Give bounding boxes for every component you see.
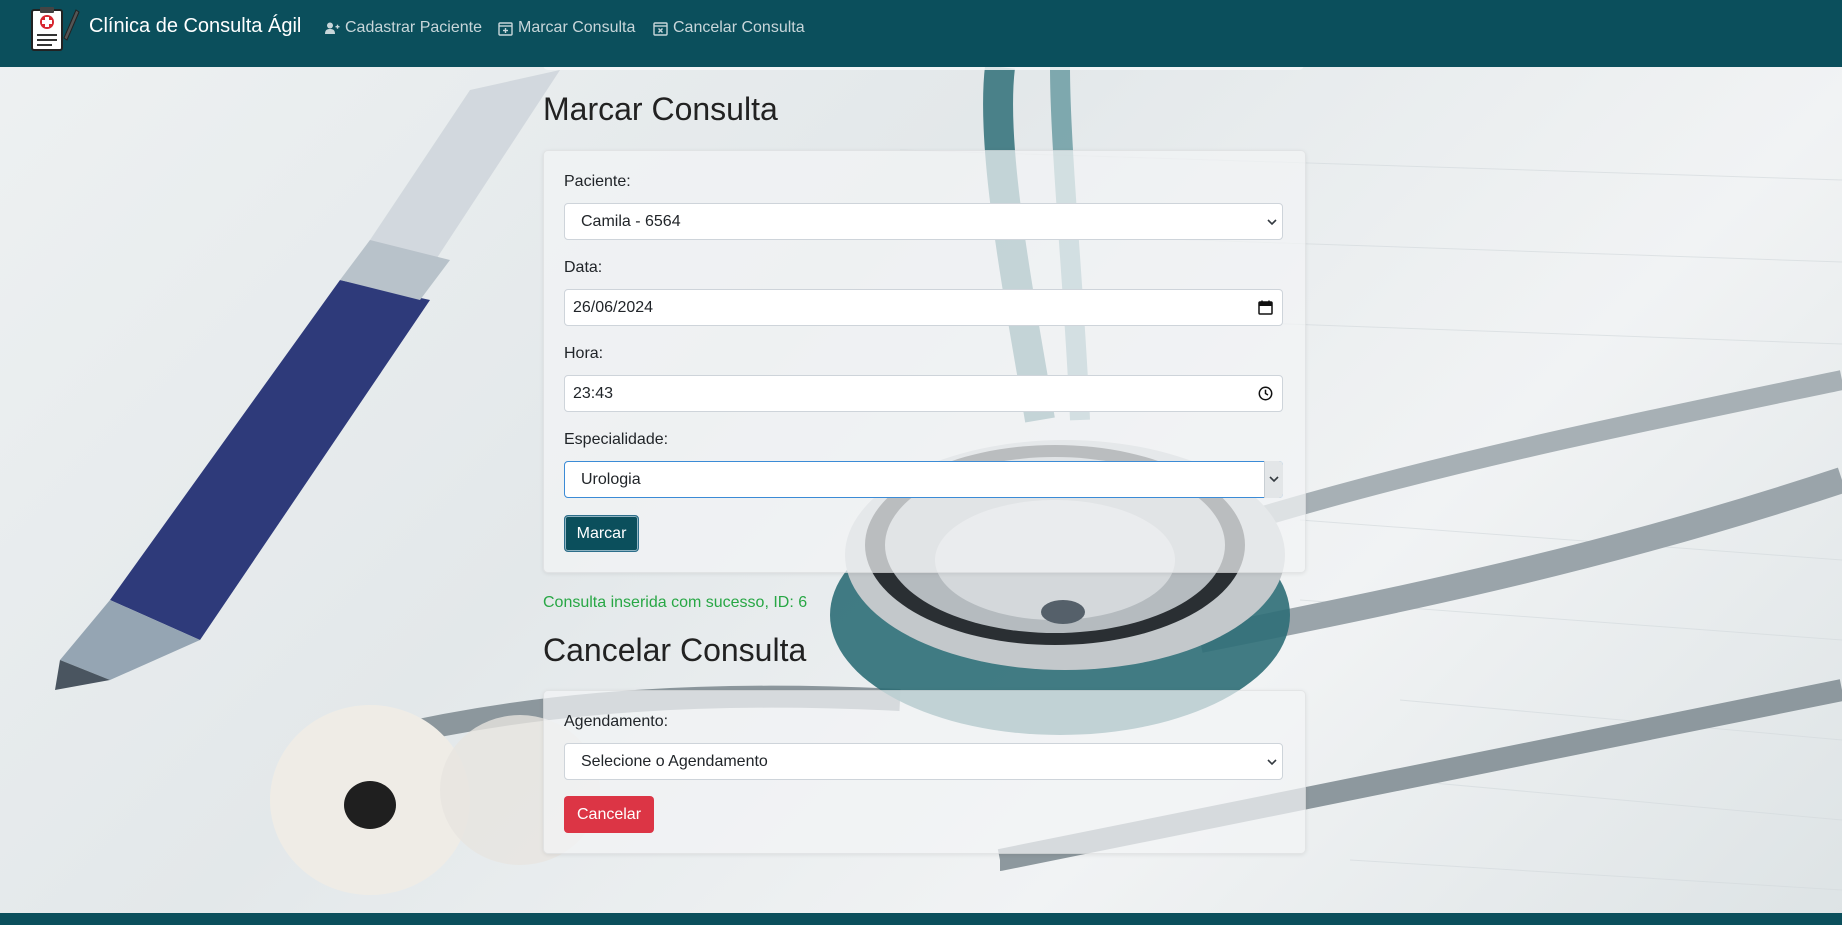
hora-value: 23:43 [573,384,614,402]
marcar-button[interactable]: Marcar [564,515,639,552]
user-plus-icon [325,22,340,34]
data-input[interactable]: 26/06/2024 [564,289,1283,326]
chevron-down-icon [1269,476,1279,483]
calendar-x-icon [653,21,668,36]
marcar-consulta-form: Paciente: Camila - 6564 Data: 26/06/2024… [543,150,1306,573]
cancelar-button[interactable]: Cancelar [564,796,654,833]
hora-label: Hora: [564,345,604,362]
select-dropdown-button[interactable] [1264,461,1283,498]
nav-link-label: Cancelar Consulta [673,19,805,36]
especialidade-select[interactable]: Urologia [564,461,1283,498]
clinic-logo[interactable] [28,4,80,54]
especialidade-label: Especialidade: [564,431,669,448]
navbar: Clínica de Consulta Ágil Cadastrar Pacie… [0,0,1842,67]
brand-title[interactable]: Clínica de Consulta Ágil [89,15,301,38]
cancelar-consulta-title: Cancelar Consulta [543,632,807,668]
nav-marcar-consulta[interactable]: Marcar Consulta [498,19,635,37]
cancelar-consulta-form: Agendamento: Selecione o Agendamento Can… [543,690,1306,854]
chevron-down-icon [1266,753,1278,776]
paciente-select[interactable]: Camila - 6564 [564,203,1283,240]
data-value: 26/06/2024 [573,298,654,316]
calendar-icon[interactable] [1258,300,1273,320]
clipboard-medical-icon [31,7,80,51]
hora-input[interactable]: 23:43 [564,375,1283,412]
agendamento-selected-value: Selecione o Agendamento [581,752,768,770]
clock-icon[interactable] [1258,386,1273,406]
paciente-selected-value: Camila - 6564 [581,212,681,230]
especialidade-selected-value: Urologia [581,470,641,488]
agendamento-select[interactable]: Selecione o Agendamento [564,743,1283,780]
data-label: Data: [564,259,603,276]
marcar-consulta-title: Marcar Consulta [543,91,778,127]
success-message: Consulta inserida com sucesso, ID: 6 [543,594,808,611]
agendamento-label: Agendamento: [564,713,669,730]
nav-cancelar-consulta[interactable]: Cancelar Consulta [653,19,805,37]
nav-link-label: Marcar Consulta [518,19,636,36]
footer-bar [0,913,1842,925]
nav-cadastrar-paciente[interactable]: Cadastrar Paciente [325,19,482,37]
calendar-plus-icon [498,21,513,36]
nav-link-label: Cadastrar Paciente [345,19,482,36]
chevron-down-icon [1266,213,1278,236]
paciente-label: Paciente: [564,173,631,190]
